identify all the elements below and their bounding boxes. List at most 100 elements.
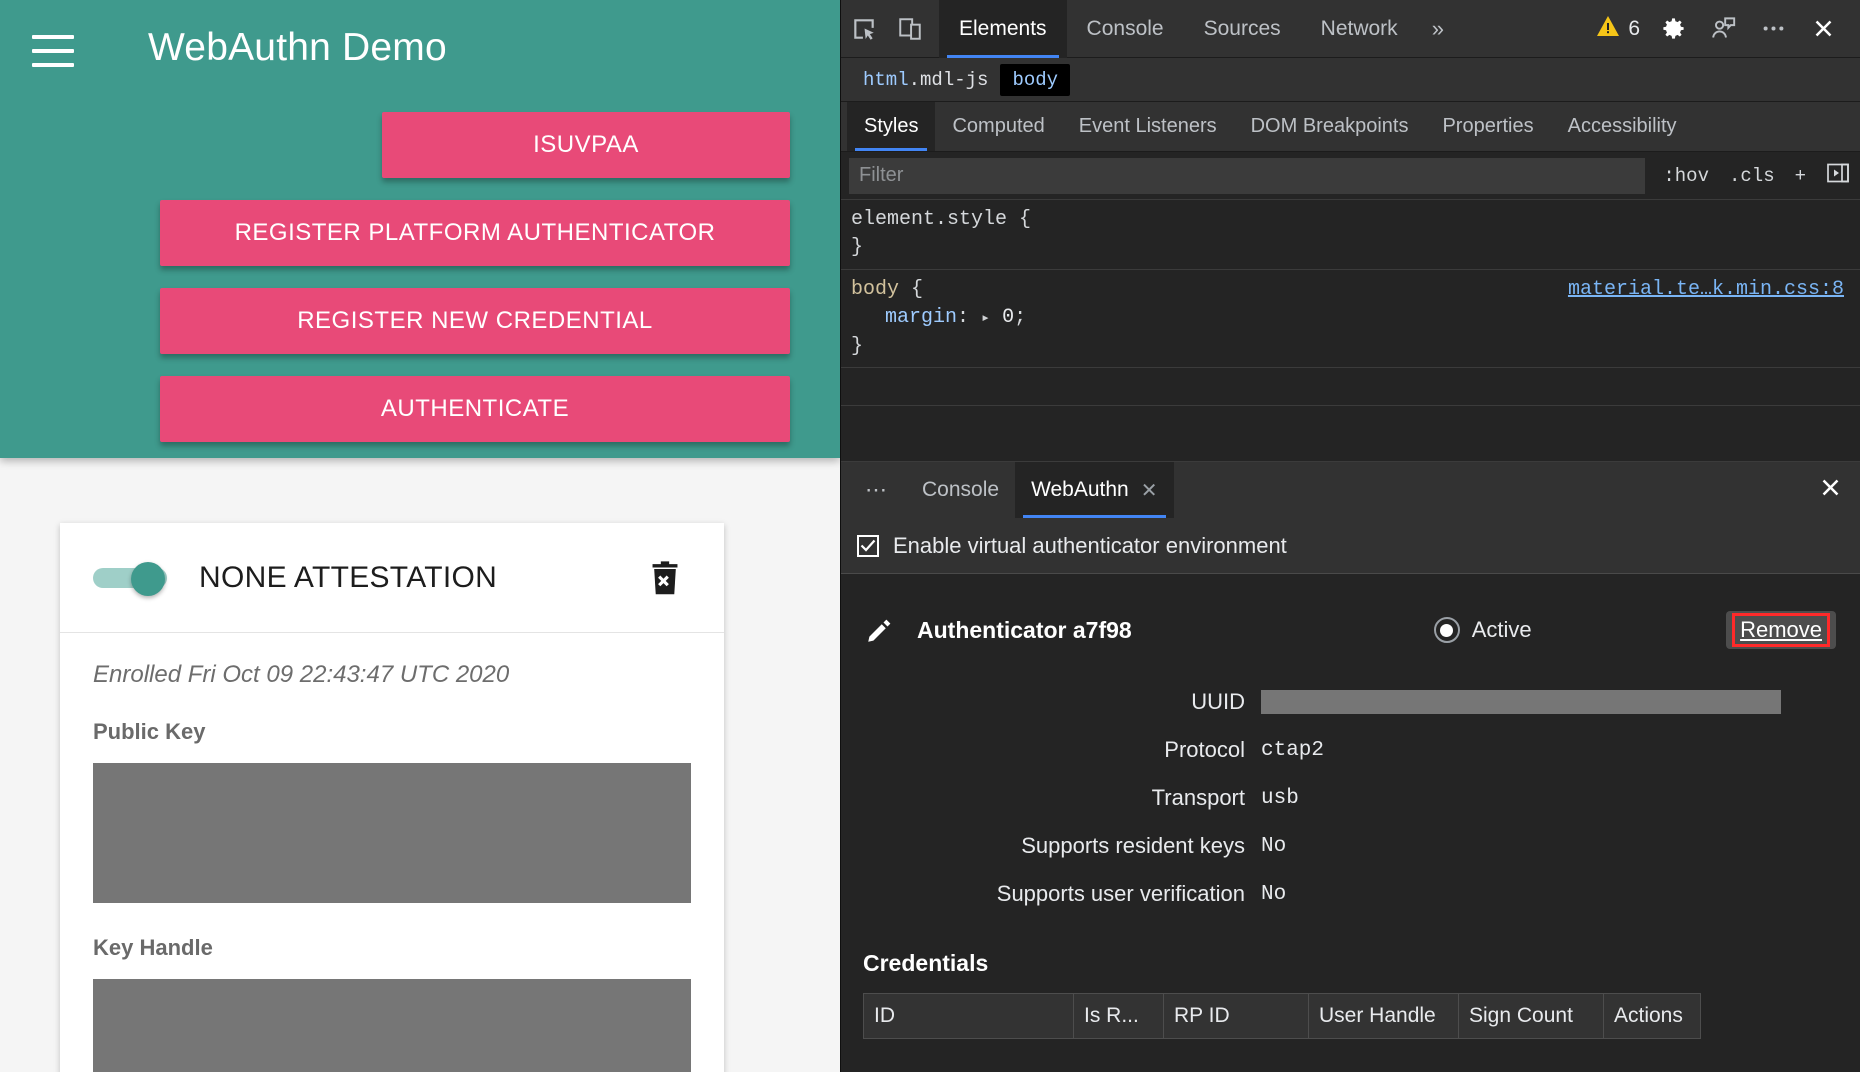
styles-filter-row: :hov .cls +: [841, 152, 1860, 200]
drawer-tab-webauthn[interactable]: WebAuthn ✕: [1015, 462, 1174, 518]
page-header-hero: WebAuthn Demo ISUVPAA REGISTER PLATFORM …: [0, 0, 840, 458]
css-selector: body: [851, 277, 900, 301]
tab-accessibility[interactable]: Accessibility: [1551, 102, 1694, 151]
device-toolbar-icon[interactable]: [887, 6, 933, 52]
feedback-person-icon[interactable]: [1700, 6, 1746, 52]
new-style-rule-button[interactable]: +: [1785, 165, 1816, 187]
hov-toggle[interactable]: :hov: [1653, 165, 1719, 187]
warning-badge[interactable]: 6: [1590, 15, 1646, 42]
cls-toggle[interactable]: .cls: [1719, 165, 1785, 187]
css-property-name: margin: [885, 306, 958, 330]
enable-virtual-authenticator-label: Enable virtual authenticator environment: [893, 532, 1287, 558]
css-rule-body[interactable]: body { margin: ▸ 0; } material.te…k.min.…: [841, 270, 1860, 368]
property-value-redacted: [1261, 690, 1781, 714]
tab-network[interactable]: Network: [1301, 0, 1418, 58]
credential-card-title: NONE ATTESTATION: [199, 560, 498, 594]
tab-sources[interactable]: Sources: [1184, 0, 1301, 58]
open-brace: {: [911, 277, 924, 301]
css-selector: element.style: [851, 208, 1008, 231]
trash-delete-icon[interactable]: [648, 560, 682, 596]
close-brace: }: [851, 334, 864, 358]
more-tabs-icon[interactable]: »: [1418, 0, 1458, 58]
css-declaration[interactable]: margin: ▸ 0;: [851, 304, 1860, 332]
property-row-uuid: UUID: [841, 682, 1860, 722]
register-platform-authenticator-button[interactable]: REGISTER PLATFORM AUTHENTICATOR: [160, 200, 790, 266]
breadcrumb-class: .mdl-js: [908, 68, 989, 91]
toggle-knob: [131, 561, 165, 596]
authenticate-button[interactable]: AUTHENTICATE: [160, 376, 790, 442]
property-label: Protocol: [1164, 737, 1245, 762]
webpage-viewport: WebAuthn Demo ISUVPAA REGISTER PLATFORM …: [0, 0, 840, 1072]
credentials-heading: Credentials: [863, 950, 989, 976]
css-rule-origin-link[interactable]: material.te…k.min.css:8: [1568, 276, 1844, 304]
page-title: WebAuthn Demo: [148, 26, 447, 69]
enable-virtual-authenticator-checkbox[interactable]: [857, 534, 879, 557]
drawer-tab-label: WebAuthn: [1031, 478, 1129, 501]
column-header-id[interactable]: ID: [863, 993, 1074, 1039]
tab-properties[interactable]: Properties: [1425, 102, 1550, 151]
tab-dom-breakpoints[interactable]: DOM Breakpoints: [1234, 102, 1426, 151]
credentials-table-header-row: ID Is R... RP ID User Handle Sign Count …: [863, 993, 1701, 1039]
hamburger-menu-icon[interactable]: [32, 35, 74, 67]
key-handle-value-redacted: [93, 979, 691, 1072]
breadcrumb-item-body[interactable]: body: [1000, 63, 1071, 96]
css-property-value: 0: [1002, 306, 1015, 330]
gear-settings-icon[interactable]: [1650, 6, 1696, 52]
active-radio-label: Active: [1471, 617, 1532, 642]
authenticator-properties-table: UUID Protocol ctap2 Transport usb Suppor…: [841, 682, 1860, 914]
property-value: No: [1261, 834, 1287, 858]
property-row-transport: Transport usb: [841, 778, 1860, 818]
column-header-is-resident[interactable]: Is R...: [1073, 993, 1164, 1039]
breadcrumb-tag: html: [863, 68, 909, 91]
column-header-actions[interactable]: Actions: [1603, 993, 1701, 1039]
tab-styles[interactable]: Styles: [847, 102, 936, 151]
property-value: No: [1261, 882, 1287, 906]
property-value: ctap2: [1261, 738, 1325, 762]
tab-event-listeners[interactable]: Event Listeners: [1062, 102, 1234, 151]
open-brace: {: [1019, 208, 1032, 231]
tab-computed[interactable]: Computed: [935, 102, 1061, 151]
close-tab-icon[interactable]: ✕: [1141, 478, 1158, 503]
enrolled-timestamp: Enrolled Fri Oct 09 22:43:47 UTC 2020: [93, 661, 510, 688]
authenticator-active-radio-group[interactable]: Active: [1433, 617, 1532, 643]
enable-virtual-authenticator-row[interactable]: Enable virtual authenticator environment: [841, 518, 1860, 574]
tab-elements[interactable]: Elements: [939, 0, 1067, 58]
property-label: Supports resident keys: [1021, 833, 1245, 858]
styles-sidebar-tabstrip: Styles Computed Event Listeners DOM Brea…: [841, 102, 1860, 152]
property-label: Supports user verification: [996, 881, 1245, 906]
inspect-element-icon[interactable]: [841, 6, 887, 52]
property-row-user-verification: Supports user verification No: [841, 874, 1860, 914]
pencil-edit-icon[interactable]: [865, 615, 895, 645]
devtools-panel: Elements Console Sources Network » 6 htm…: [840, 0, 1860, 1072]
devtools-drawer: ⋯ Console WebAuthn ✕ Enable virtual auth…: [841, 461, 1860, 1072]
breadcrumb-item-html[interactable]: html.mdl-js: [851, 64, 1000, 96]
remove-authenticator-button[interactable]: Remove: [1740, 617, 1822, 643]
property-value: usb: [1261, 786, 1299, 810]
toggle-sidebar-icon[interactable]: [1816, 162, 1860, 190]
close-devtools-icon[interactable]: [1800, 6, 1846, 52]
three-dot-menu-icon[interactable]: [1750, 6, 1796, 52]
column-header-user-handle[interactable]: User Handle: [1308, 993, 1459, 1039]
property-row-protocol: Protocol ctap2: [841, 730, 1860, 770]
warning-triangle-icon: [1596, 15, 1620, 42]
authenticator-name: Authenticator a7f98: [917, 616, 1132, 643]
css-rule-element-style[interactable]: element.style { }: [841, 200, 1860, 270]
credential-card-header: NONE ATTESTATION: [60, 523, 724, 633]
isuvpaa-button[interactable]: ISUVPAA: [382, 112, 790, 178]
active-radio-button[interactable]: [1433, 617, 1460, 643]
drawer-more-tabs-icon[interactable]: ⋯: [849, 462, 906, 518]
drawer-tab-console[interactable]: Console: [906, 462, 1015, 518]
register-new-credential-button[interactable]: REGISTER NEW CREDENTIAL: [160, 288, 790, 354]
styles-filter-input[interactable]: [849, 157, 1646, 194]
column-header-sign-count[interactable]: Sign Count: [1458, 993, 1604, 1039]
close-brace: }: [851, 236, 864, 260]
tab-console[interactable]: Console: [1067, 0, 1184, 58]
attestation-toggle[interactable]: [93, 561, 175, 596]
column-header-rp-id[interactable]: RP ID: [1163, 993, 1309, 1039]
close-drawer-icon[interactable]: [1817, 474, 1844, 506]
expand-shorthand-icon[interactable]: ▸: [981, 310, 990, 327]
devtools-toolbar-right: 6: [1590, 6, 1860, 52]
credential-card: NONE ATTESTATION Enrolled Fri Oct 09 22:…: [60, 523, 724, 1072]
credential-card-body: Enrolled Fri Oct 09 22:43:47 UTC 2020 Pu…: [60, 633, 724, 1072]
key-handle-label: Key Handle: [93, 935, 213, 960]
